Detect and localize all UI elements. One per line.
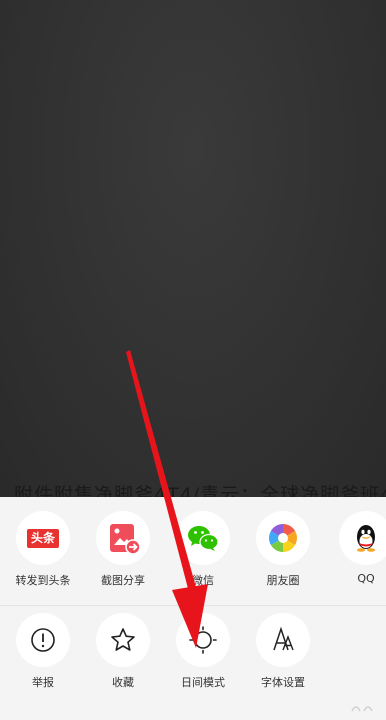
share-toutiao-button[interactable]: 头条 转发到头条 — [3, 511, 83, 588]
toutiao-icon: 头条 — [16, 511, 70, 565]
font-settings-button[interactable]: 字体设置 — [243, 613, 323, 690]
share-toutiao-label: 转发到头条 — [15, 574, 71, 587]
report-button[interactable]: 举报 — [3, 613, 83, 690]
day-mode-button[interactable]: 日间模式 — [163, 613, 243, 690]
font-icon — [256, 613, 310, 667]
favorite-label: 收藏 — [112, 676, 134, 689]
sheet-divider — [0, 605, 386, 606]
qq-icon — [339, 511, 386, 565]
action-row: 举报 收藏 日间模式 字体设置 — [0, 613, 386, 713]
share-screenshot-label: 截图分享 — [101, 574, 145, 587]
wechat-icon — [176, 511, 230, 565]
share-wechat-label: 微信 — [192, 574, 214, 587]
share-qq-label: QQ — [357, 572, 375, 585]
screenshot-share-icon — [96, 511, 150, 565]
sun-icon — [176, 613, 230, 667]
report-icon — [16, 613, 70, 667]
watermark-logo — [350, 701, 378, 718]
favorite-button[interactable]: 收藏 — [83, 613, 163, 690]
moments-icon — [256, 511, 310, 565]
day-mode-label: 日间模式 — [181, 676, 225, 689]
share-screenshot-button[interactable]: 截图分享 — [83, 511, 163, 588]
star-icon — [96, 613, 150, 667]
share-row: 头条 转发到头条 截图分享 微信 朋友圈 QQ — [0, 511, 386, 611]
report-label: 举报 — [32, 676, 54, 689]
share-sheet: 头条 转发到头条 截图分享 微信 朋友圈 QQ 举报 收藏 日间模式 字体设置 — [0, 497, 386, 720]
font-settings-label: 字体设置 — [261, 676, 305, 689]
dimmed-article-background[interactable] — [0, 0, 386, 497]
share-wechat-button[interactable]: 微信 — [163, 511, 243, 588]
share-qq-button[interactable]: QQ — [326, 511, 386, 585]
share-moments-label: 朋友圈 — [266, 574, 300, 587]
share-moments-button[interactable]: 朋友圈 — [243, 511, 323, 588]
